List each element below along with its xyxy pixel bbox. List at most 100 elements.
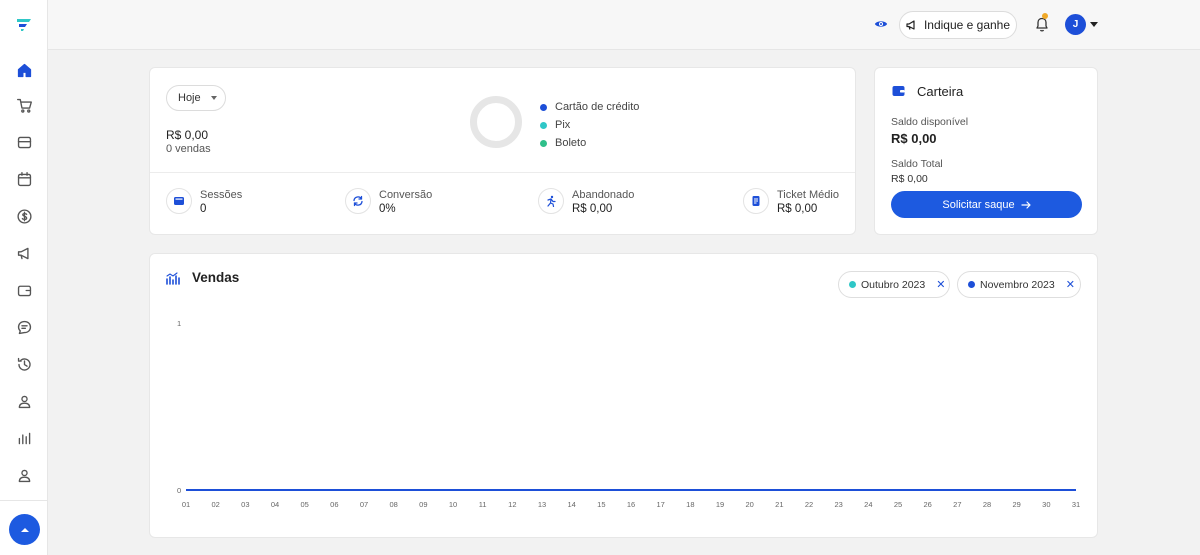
metric-sessions: Sessões 0 bbox=[166, 188, 242, 216]
x-tick-label: 12 bbox=[508, 500, 516, 509]
x-tick-label: 27 bbox=[953, 500, 961, 509]
metric-value: R$ 0,00 bbox=[572, 203, 613, 215]
x-tick-label: 01 bbox=[182, 500, 190, 509]
chevron-down-icon bbox=[210, 96, 217, 100]
summary-card: Hoje R$ 0,00 0 vendas Cartão de crédito … bbox=[149, 67, 856, 235]
legend-item-pix: Pix bbox=[540, 116, 639, 134]
wallet-card: Carteira Saldo disponível R$ 0,00 Saldo … bbox=[874, 67, 1098, 235]
period-select[interactable]: Hoje bbox=[166, 85, 226, 111]
x-tick-label: 20 bbox=[745, 500, 753, 509]
legend-label: Pix bbox=[555, 119, 571, 131]
running-icon bbox=[538, 188, 564, 214]
wallet-title: Carteira bbox=[917, 84, 964, 99]
x-tick-label: 10 bbox=[449, 500, 457, 509]
sales-line-chart: 1001 02 03 04 05 06 07 08 09 10 11 12 13 14 15 16 17 18 19… bbox=[177, 319, 1080, 509]
metric-abandoned: Abandonado R$ 0,00 bbox=[538, 188, 634, 216]
window-icon bbox=[166, 188, 192, 214]
topbar: Indique e ganhe J bbox=[48, 0, 1200, 50]
x-tick-label: 04 bbox=[271, 500, 279, 509]
x-tick-label: 19 bbox=[716, 500, 724, 509]
x-tick-label: 18 bbox=[686, 500, 694, 509]
available-balance-value: R$ 0,00 bbox=[891, 131, 937, 146]
x-tick-label: 11 bbox=[479, 500, 487, 509]
chip-dot bbox=[849, 281, 856, 288]
nav-history-icon[interactable] bbox=[14, 354, 34, 374]
sales-chart-icon bbox=[166, 272, 180, 285]
filter-chip-october[interactable]: Outubro 2023 ✕ bbox=[838, 271, 950, 298]
chip-label: Novembro 2023 bbox=[980, 278, 1055, 291]
logo-icon bbox=[17, 19, 31, 31]
nav-cart-icon[interactable] bbox=[14, 95, 34, 115]
legend-dot bbox=[540, 103, 547, 111]
megaphone-icon bbox=[906, 20, 915, 30]
x-tick-label: 31 bbox=[1072, 500, 1080, 509]
metric-value: 0% bbox=[379, 203, 396, 215]
withdraw-button[interactable]: Solicitar saque bbox=[891, 191, 1082, 218]
sales-count: 0 vendas bbox=[166, 143, 211, 155]
nav-users-icon[interactable] bbox=[14, 391, 34, 411]
x-tick-label: 25 bbox=[894, 500, 902, 509]
sidebar bbox=[0, 0, 48, 555]
y-tick-label: 1 bbox=[177, 319, 181, 328]
summary-divider bbox=[150, 172, 855, 173]
refresh-icon bbox=[345, 188, 371, 214]
nav-home-icon[interactable] bbox=[14, 60, 34, 80]
x-tick-label: 07 bbox=[360, 500, 368, 509]
metric-average-ticket: Ticket Médio R$ 0,00 bbox=[743, 188, 839, 216]
y-tick-label: 0 bbox=[177, 486, 181, 495]
sales-title: Vendas bbox=[192, 270, 240, 285]
chip-dot bbox=[968, 281, 975, 288]
total-balance-value: R$ 0,00 bbox=[891, 173, 928, 185]
invite-button[interactable]: Indique e ganhe bbox=[899, 11, 1017, 39]
x-tick-label: 21 bbox=[775, 500, 783, 509]
caret-up-icon bbox=[20, 527, 29, 532]
legend-label: Cartão de crédito bbox=[555, 101, 640, 113]
wallet-icon bbox=[892, 86, 905, 96]
avatar-caret-icon[interactable] bbox=[1090, 22, 1098, 27]
nav-user-icon[interactable] bbox=[14, 465, 34, 485]
legend-dot bbox=[540, 139, 547, 147]
total-balance-label: Saldo Total bbox=[891, 158, 943, 170]
nav-wallet-icon[interactable] bbox=[14, 280, 34, 300]
sales-card: Vendas Outubro 2023 ✕ Novembro 2023 ✕ 10… bbox=[149, 253, 1098, 538]
legend-item-credit-card: Cartão de crédito bbox=[540, 98, 639, 116]
nav-dollar-icon[interactable] bbox=[14, 206, 34, 226]
x-tick-label: 22 bbox=[805, 500, 813, 509]
period-value: Hoje bbox=[178, 92, 201, 104]
nav-store-icon[interactable] bbox=[14, 132, 34, 152]
metric-label: Ticket Médio bbox=[777, 189, 839, 201]
x-tick-label: 23 bbox=[834, 500, 842, 509]
close-icon[interactable]: ✕ bbox=[1066, 278, 1075, 291]
nav-calendar-icon[interactable] bbox=[14, 169, 34, 189]
x-tick-label: 09 bbox=[419, 500, 427, 509]
x-tick-label: 26 bbox=[923, 500, 931, 509]
close-icon[interactable]: ✕ bbox=[936, 278, 945, 291]
x-tick-label: 29 bbox=[1012, 500, 1020, 509]
chip-label: Outubro 2023 bbox=[861, 278, 926, 291]
x-tick-label: 17 bbox=[656, 500, 664, 509]
legend-label: Boleto bbox=[555, 137, 587, 149]
x-tick-label: 15 bbox=[597, 500, 605, 509]
sidebar-divider bbox=[0, 500, 48, 501]
x-tick-label: 08 bbox=[389, 500, 397, 509]
metric-value: R$ 0,00 bbox=[777, 203, 818, 215]
nav-chat-icon[interactable] bbox=[14, 317, 34, 337]
invite-label: Indique e ganhe bbox=[923, 18, 1011, 32]
metric-value: 0 bbox=[200, 203, 207, 215]
nav-megaphone-icon[interactable] bbox=[14, 243, 34, 263]
notification-badge bbox=[1042, 13, 1048, 19]
metric-label: Conversão bbox=[379, 189, 433, 201]
sales-amount: R$ 0,00 bbox=[166, 128, 209, 142]
legend-item-boleto: Boleto bbox=[540, 134, 639, 152]
nav-bar-chart-icon[interactable] bbox=[14, 428, 34, 448]
avatar[interactable]: J bbox=[1065, 14, 1086, 35]
x-tick-label: 05 bbox=[300, 500, 308, 509]
filter-chip-november[interactable]: Novembro 2023 ✕ bbox=[957, 271, 1081, 298]
collapse-button[interactable] bbox=[9, 514, 40, 545]
withdraw-label: Solicitar saque bbox=[942, 198, 1015, 211]
payment-legend: Cartão de crédito Pix Boleto bbox=[540, 98, 639, 152]
x-tick-label: 03 bbox=[241, 500, 249, 509]
arrow-right-icon bbox=[1020, 200, 1031, 209]
eye-icon[interactable] bbox=[874, 17, 888, 31]
metric-label: Abandonado bbox=[572, 189, 635, 201]
